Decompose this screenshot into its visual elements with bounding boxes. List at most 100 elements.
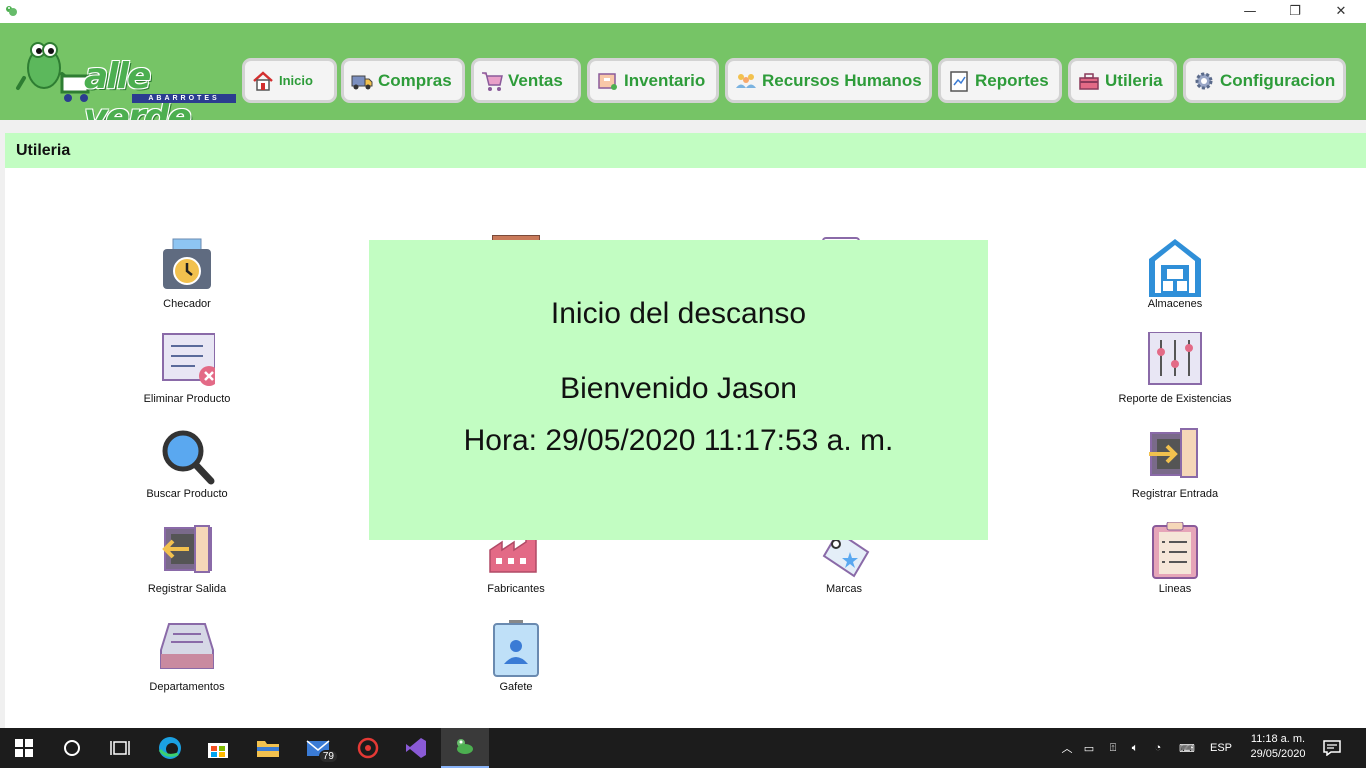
tile-reporte-existencias[interactable]: Reporte de Existencias [1110, 332, 1240, 412]
tile-buscar-producto[interactable]: Buscar Producto [122, 427, 252, 507]
red-gear-app-icon [357, 737, 379, 759]
tile-registrar-entrada[interactable]: Registrar Entrada [1110, 427, 1240, 507]
tile-lineas-label: Lineas [1158, 583, 1192, 595]
frog-app-icon [457, 739, 473, 754]
break-notification-panel: Inicio del descanso Bienvenido Jason Hor… [369, 240, 988, 540]
mail-badge: 79 [318, 750, 338, 763]
tile-almacenes[interactable]: Almacenes [1110, 237, 1240, 317]
usb-icon[interactable]: ⍐ [1102, 742, 1124, 755]
tile-almacenes-label: Almacenes [1147, 298, 1203, 310]
clock-date: 29/05/2020 [1250, 748, 1306, 760]
taskbar-clock[interactable]: 11:18 a. m. 29/05/2020 [1244, 732, 1312, 762]
notification-center-button[interactable] [1312, 728, 1352, 768]
toolbox-icon [1079, 72, 1099, 90]
title-bar: — ❐ ✕ [0, 0, 1366, 23]
break-start-message: Inicio del descanso [550, 297, 807, 330]
tray-icon [160, 623, 214, 669]
tile-registrar-salida-label: Registrar Salida [147, 583, 227, 595]
sliders-icon [1148, 332, 1202, 385]
taskbar-visual-studio[interactable] [392, 728, 440, 768]
nav-ventas-label: Ventas [508, 70, 563, 90]
taskbar-edge[interactable] [146, 728, 194, 768]
wifi-icon[interactable]: ◔ [1146, 742, 1170, 754]
tile-gafete-label: Gafete [499, 681, 533, 693]
language-indicator[interactable]: ESP [1204, 742, 1238, 754]
badge-icon [493, 620, 539, 677]
nav-compras[interactable]: Compras [341, 58, 465, 103]
system-tray: ︿ ▭ ⍐ 🔈︎ ◔ ⌨ ESP [1058, 728, 1238, 768]
page-title: Utileria [16, 142, 71, 159]
store-icon [208, 743, 228, 758]
notification-icon [1323, 740, 1341, 756]
start-button[interactable] [0, 728, 48, 768]
search-button[interactable] [48, 728, 96, 768]
clipboard-list-icon [1152, 522, 1198, 579]
close-button[interactable]: ✕ [1318, 0, 1364, 23]
windows-logo-icon [15, 739, 33, 757]
folder-icon [257, 741, 279, 757]
tile-buscar-producto-label: Buscar Producto [146, 488, 228, 500]
nav-recursos-humanos[interactable]: Recursos Humanos [725, 58, 932, 103]
delete-list-icon [162, 333, 215, 386]
nav-inventario-label: Inventario [624, 70, 706, 90]
task-view-icon [110, 741, 130, 755]
tile-departamentos[interactable]: Departamentos [122, 620, 252, 700]
cart-icon [482, 71, 503, 91]
gear-icon [1195, 72, 1213, 89]
truck-icon [351, 75, 373, 89]
logo: alle verde ABARROTES [14, 38, 236, 138]
task-view-button[interactable] [96, 728, 144, 768]
tile-marcas-label: Marcas [825, 583, 863, 595]
tile-gafete[interactable]: Gafete [451, 620, 581, 700]
nav-inventario[interactable]: Inventario [587, 58, 719, 103]
battery-icon[interactable]: ▭ [1076, 742, 1102, 755]
keyboard-icon[interactable]: ⌨ [1170, 742, 1204, 755]
tile-checador-label: Checador [163, 298, 211, 310]
nav-inicio-label: Inicio [279, 73, 313, 88]
enter-icon [1149, 428, 1198, 478]
nav-reportes[interactable]: Reportes [938, 58, 1062, 103]
taskbar-store[interactable] [194, 728, 242, 768]
taskbar-mail[interactable]: 79 [294, 728, 342, 768]
tray-chevron-icon[interactable]: ︿ [1058, 740, 1076, 756]
welcome-message: Bienvenido Jason [560, 372, 797, 405]
tile-departamentos-label: Departamentos [149, 681, 225, 693]
tile-registrar-salida[interactable]: Registrar Salida [122, 522, 252, 602]
windows-taskbar: 79 ︿ ▭ ⍐ 🔈︎ ◔ ⌨ ESP 11:18 a. m. 29/05/20… [0, 728, 1366, 768]
tile-eliminar-producto[interactable]: Eliminar Producto [122, 332, 252, 412]
nav-compras-label: Compras [378, 70, 452, 90]
tile-eliminar-producto-label: Eliminar Producto [143, 393, 231, 405]
volume-icon[interactable]: 🔈︎ [1124, 742, 1146, 755]
nav-configuracion[interactable]: Configuracion [1183, 58, 1346, 103]
content-left-border [0, 133, 5, 728]
time-clock-icon [163, 238, 211, 289]
tile-registrar-entrada-label: Registrar Entrada [1131, 488, 1219, 500]
nav-ventas[interactable]: Ventas [471, 58, 581, 103]
timestamp-message: Hora: 29/05/2020 11:17:53 a. m. [463, 424, 894, 457]
nav-inicio[interactable]: Inicio [242, 58, 337, 103]
tile-reporte-existencias-label: Reporte de Existencias [1118, 393, 1232, 405]
exit-icon [162, 525, 212, 573]
taskbar-valle-verde[interactable] [441, 728, 489, 768]
tile-checador[interactable]: Checador [122, 237, 252, 317]
nav-configuracion-label: Configuracion [1220, 70, 1336, 90]
nav-reportes-label: Reportes [975, 70, 1049, 90]
cortana-circle-icon [64, 740, 80, 756]
taskbar-app-red[interactable] [344, 728, 392, 768]
content-separator [0, 120, 1366, 133]
people-icon [736, 73, 756, 88]
nav-utileria[interactable]: Utileria [1068, 58, 1177, 103]
box-icon [598, 72, 617, 90]
taskbar-explorer[interactable] [244, 728, 292, 768]
restore-button[interactable]: ❐ [1272, 0, 1318, 23]
edge-browser-icon [158, 737, 181, 759]
app-header: alle verde ABARROTES Inicio Compras Vent… [0, 23, 1366, 138]
tile-lineas[interactable]: Lineas [1110, 522, 1240, 602]
section-header: Utileria [5, 133, 1366, 168]
visual-studio-icon [406, 738, 426, 758]
nav-recursos-humanos-label: Recursos Humanos [762, 70, 922, 90]
report-icon [950, 70, 968, 92]
magnifier-icon [162, 430, 215, 485]
clock-time: 11:18 a. m. [1250, 733, 1306, 745]
minimize-button[interactable]: — [1227, 0, 1273, 23]
